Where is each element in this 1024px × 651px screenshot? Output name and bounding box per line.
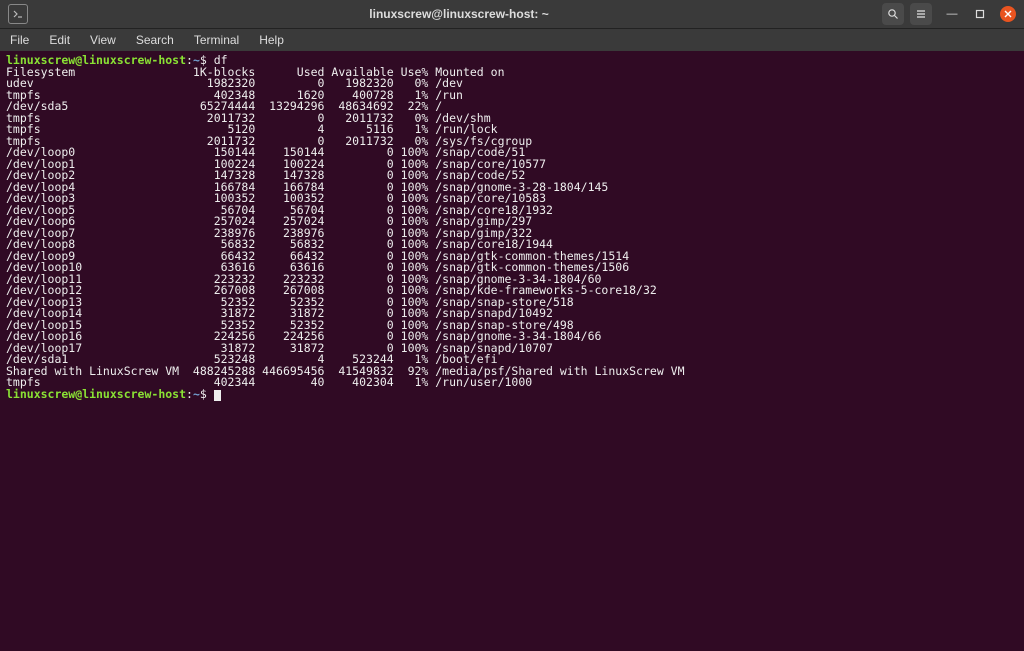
menu-button[interactable] bbox=[910, 3, 932, 25]
search-button[interactable] bbox=[882, 3, 904, 25]
close-button[interactable] bbox=[1000, 6, 1016, 22]
menu-help[interactable]: Help bbox=[255, 31, 288, 49]
window-titlebar: linuxscrew@linuxscrew-host: ~ — bbox=[0, 0, 1024, 28]
minimize-button[interactable]: — bbox=[944, 6, 960, 22]
terminal-app-icon bbox=[8, 4, 28, 24]
menu-view[interactable]: View bbox=[86, 31, 120, 49]
window-title: linuxscrew@linuxscrew-host: ~ bbox=[36, 7, 882, 21]
menu-edit[interactable]: Edit bbox=[45, 31, 74, 49]
menu-terminal[interactable]: Terminal bbox=[190, 31, 243, 49]
menubar: File Edit View Search Terminal Help bbox=[0, 28, 1024, 51]
menu-file[interactable]: File bbox=[6, 31, 33, 49]
maximize-button[interactable] bbox=[972, 6, 988, 22]
cursor bbox=[214, 390, 221, 401]
terminal-viewport[interactable]: linuxscrew@linuxscrew-host:~$ df Filesys… bbox=[0, 51, 1024, 651]
menu-search[interactable]: Search bbox=[132, 31, 178, 49]
